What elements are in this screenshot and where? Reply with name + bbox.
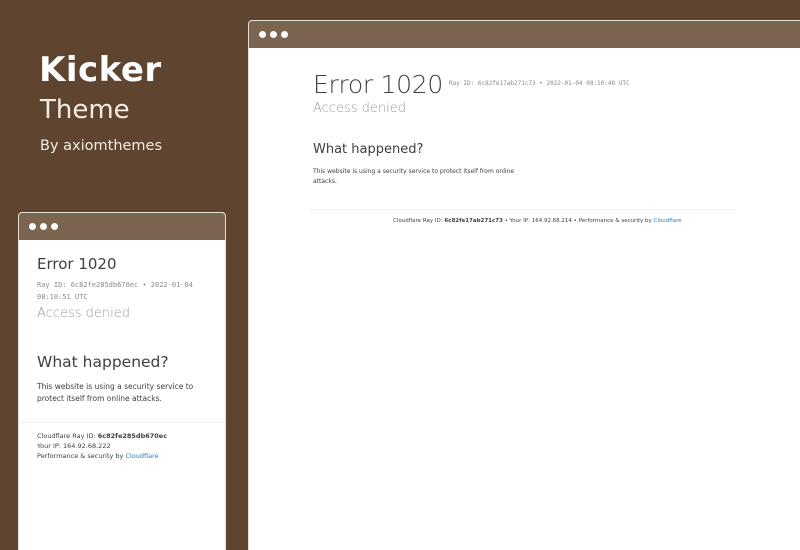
window-dot-icon (270, 31, 277, 38)
mobile-error-title: Error 1020 (37, 255, 117, 273)
mobile-window: Error 1020 Ray ID: 6c82fe285db670ec • 20… (18, 212, 226, 550)
desktop-footer-ray-id: 6c82fe17ab271c73 (444, 218, 503, 224)
mobile-page-content: Error 1020 Ray ID: 6c82fe285db670ec • 20… (19, 240, 225, 461)
desktop-description: This website is using a security service… (313, 168, 515, 185)
mobile-footer-perf-row: Performance & security by Cloudflare (37, 451, 225, 461)
mobile-footer-ip: Your IP: 164.92.68.222 (37, 442, 111, 450)
brand-title: Kicker (39, 50, 162, 90)
mobile-divider (19, 422, 225, 423)
desktop-error-title: Error 1020 (313, 70, 443, 99)
mobile-footer: Cloudflare Ray ID: 6c82fe285db670ec Your… (37, 431, 225, 461)
brand-subtitle: Theme (40, 95, 130, 125)
desktop-footer: Cloudflare Ray ID: 6c82fe17ab271c73 • Yo… (393, 218, 800, 224)
brand-block: Kicker Theme By axiomthemes (39, 52, 162, 154)
desktop-page-content: Error 1020 Ray ID: 6c82fe17ab271c73 • 20… (249, 48, 800, 224)
mobile-footer-ray-id: 6c82fe285db670ec (97, 432, 168, 440)
window-dot-icon (281, 31, 288, 38)
desktop-window: Error 1020 Ray ID: 6c82fe17ab271c73 • 20… (248, 20, 800, 550)
desktop-footer-ip: • Your IP: 164.92.68.214 • (504, 218, 577, 224)
desktop-divider (309, 209, 734, 210)
window-dot-icon (40, 223, 47, 230)
desktop-access-denied: Access denied (313, 101, 406, 116)
mobile-ray-line: Ray ID: 6c82fe285db670ec • 2022-01-04 08… (37, 281, 193, 301)
desktop-footer-ray-label: Cloudflare Ray ID: (393, 218, 443, 224)
desktop-footer-perf: Performance & security by (578, 218, 652, 224)
desktop-window-bar (249, 21, 800, 48)
mobile-footer-ray-label: Cloudflare Ray ID: (37, 432, 96, 440)
desktop-what-happened: What happened? (313, 142, 424, 157)
desktop-ray-line: Ray ID: 6c82fe17ab271c73 • 2022-01-04 08… (448, 80, 630, 87)
mobile-window-bar (19, 213, 225, 240)
mobile-footer-ray-row: Cloudflare Ray ID: 6c82fe285db670ec (37, 431, 225, 441)
window-dot-icon (51, 223, 58, 230)
brand-byline: By axiomthemes (40, 138, 163, 154)
desktop-cloudflare-link[interactable]: Cloudflare (654, 218, 682, 224)
window-dot-icon (29, 223, 36, 230)
mobile-footer-perf: Performance & security by (37, 452, 124, 460)
mobile-cloudflare-link[interactable]: Cloudflare (125, 452, 158, 460)
mobile-what-happened: What happened? (37, 353, 169, 371)
desktop-title-row: Error 1020 Ray ID: 6c82fe17ab271c73 • 20… (313, 70, 800, 99)
mobile-description: This website is using a security service… (37, 382, 194, 403)
mobile-access-denied: Access denied (37, 306, 130, 321)
window-dot-icon (259, 31, 266, 38)
